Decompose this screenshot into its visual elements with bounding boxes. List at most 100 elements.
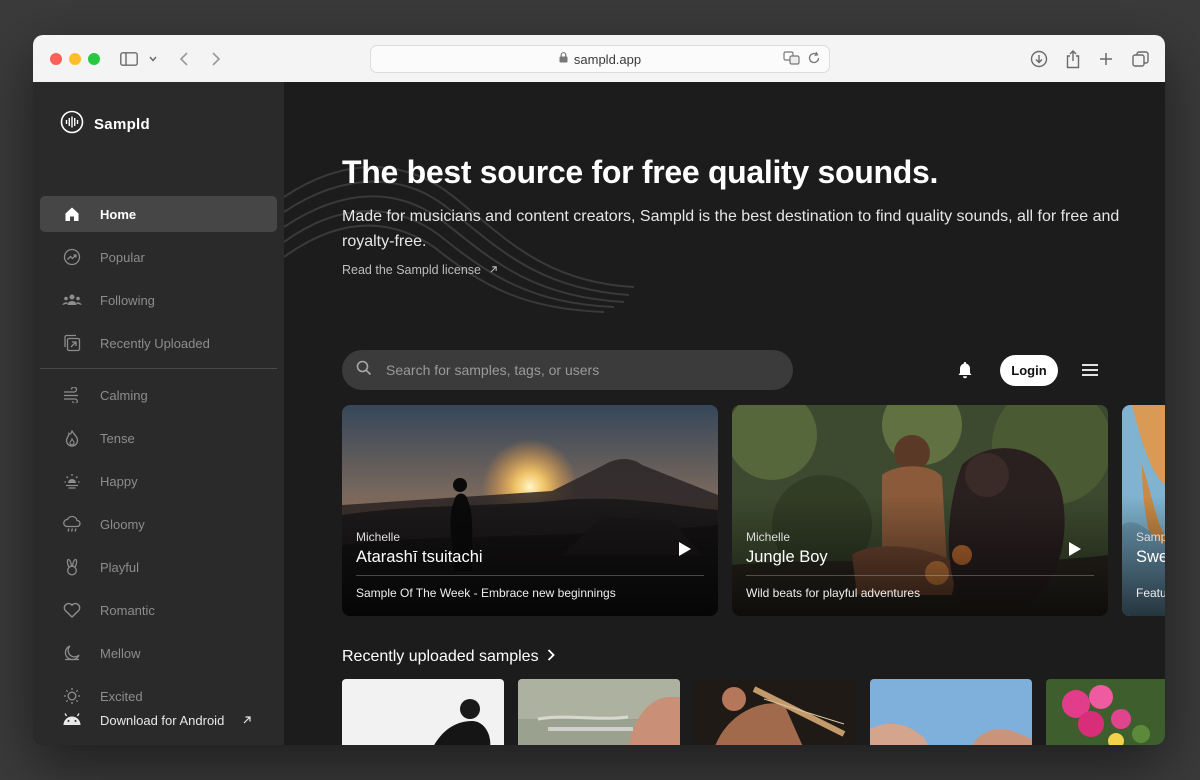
people-icon	[62, 290, 82, 310]
card-title: Swe	[1136, 548, 1165, 566]
external-link-icon	[242, 713, 252, 728]
sidebar-item-excited[interactable]: Excited	[40, 678, 277, 714]
login-button[interactable]: Login	[1000, 355, 1058, 386]
card-author: Michelle	[746, 530, 791, 544]
sidebar-item-romantic[interactable]: Romantic	[40, 592, 277, 628]
sidebar-item-label: Romantic	[100, 602, 155, 618]
address-bar[interactable]: sampld.app	[370, 45, 830, 73]
translate-icon[interactable]	[783, 50, 801, 71]
notification-bell-icon[interactable]	[957, 361, 973, 384]
sun-icon	[62, 686, 82, 706]
sidebar-item-following[interactable]: Following	[40, 282, 277, 318]
card-title: Atarashī tsuitachi	[356, 548, 483, 566]
featured-card[interactable]: Samp Swe Featu	[1122, 405, 1165, 616]
chevron-right-icon	[547, 648, 555, 666]
android-label: Download for Android	[100, 713, 225, 728]
main-content: The best source for free quality sounds.…	[284, 82, 1165, 745]
hamburger-menu-icon[interactable]	[1081, 363, 1099, 382]
sidebar-item-label: Excited	[100, 688, 143, 704]
card-description: Featu	[1136, 586, 1165, 600]
card-title: Jungle Boy	[746, 548, 828, 566]
license-link[interactable]: Read the Sampld license	[342, 263, 498, 277]
sun-bright-icon	[62, 471, 82, 491]
sidebar-item-label: Happy	[100, 473, 138, 489]
sidebar-item-label: Gloomy	[100, 516, 145, 532]
forward-icon[interactable]	[205, 48, 227, 70]
sidebar-divider	[40, 368, 277, 369]
cloud-rain-icon	[62, 514, 82, 534]
featured-card[interactable]: Michelle Atarashī tsuitachi Sample Of Th…	[342, 405, 718, 616]
search-input[interactable]	[384, 361, 768, 379]
sidebar-item-happy[interactable]: Happy	[40, 463, 277, 499]
sidebar-item-tense[interactable]: Tense	[40, 420, 277, 456]
recent-section-header[interactable]: Recently uploaded samples	[342, 648, 555, 666]
external-link-icon	[489, 263, 498, 277]
card-description: Sample Of The Week - Embrace new beginni…	[356, 586, 616, 600]
sidebar-item-calming[interactable]: Calming	[40, 377, 277, 413]
section-title: Recently uploaded samples	[342, 648, 539, 665]
primary-nav: Home Popular Following Recently Uploaded	[40, 196, 277, 368]
sidebar-toggle-icon[interactable]	[118, 48, 140, 70]
sidebar-item-label: Popular	[100, 249, 145, 265]
license-link-label: Read the Sampld license	[342, 263, 481, 277]
sidebar-item-label: Mellow	[100, 645, 141, 661]
download-android-link[interactable]: Download for Android	[62, 712, 252, 729]
featured-card[interactable]: Michelle Jungle Boy Wild beats for playf…	[732, 405, 1108, 616]
browser-window: sampld.app Sampld Home Popular Following…	[33, 35, 1165, 745]
back-icon[interactable]	[173, 48, 195, 70]
card-author: Samp	[1136, 530, 1165, 544]
reload-icon[interactable]	[807, 50, 821, 71]
trending-icon	[62, 247, 82, 267]
share-icon[interactable]	[1062, 48, 1084, 70]
recent-sample-thumbnail[interactable]	[870, 679, 1032, 745]
mood-nav: Calming Tense Happy Gloomy Playful Roman…	[40, 377, 277, 721]
hero-subtitle: Made for musicians and content creators,…	[342, 208, 1120, 250]
tab-overview-icon[interactable]	[1129, 48, 1151, 70]
upload-icon	[62, 333, 82, 353]
recent-sample-thumbnail[interactable]	[1046, 679, 1165, 745]
browser-toolbar: sampld.app	[33, 35, 1165, 83]
brand[interactable]: Sampld	[60, 110, 150, 139]
sidebar-item-popular[interactable]: Popular	[40, 239, 277, 275]
card-description: Wild beats for playful adventures	[746, 586, 921, 600]
address-text: sampld.app	[573, 51, 642, 67]
recent-sample-thumbnail[interactable]	[694, 679, 856, 745]
card-author: Michelle	[356, 530, 401, 544]
brand-name: Sampld	[94, 116, 150, 133]
search-bar	[342, 350, 793, 390]
search-icon	[356, 360, 372, 381]
flame-icon	[62, 428, 82, 448]
chevron-down-icon[interactable]	[143, 48, 163, 70]
sampld-logo-icon	[60, 110, 84, 139]
bunny-icon	[62, 557, 82, 577]
android-icon	[62, 712, 82, 729]
play-icon[interactable]	[1068, 541, 1082, 562]
sidebar: Sampld Home Popular Following Recently U…	[33, 82, 284, 745]
wind-icon	[62, 385, 82, 405]
sidebar-item-home[interactable]: Home	[40, 196, 277, 232]
sidebar-item-label: Playful	[100, 559, 140, 575]
sidebar-item-label: Calming	[100, 387, 148, 403]
sidebar-item-recently-uploaded[interactable]: Recently Uploaded	[40, 325, 277, 361]
heart-icon	[62, 600, 82, 620]
new-tab-icon[interactable]	[1095, 48, 1117, 70]
sidebar-item-label: Following	[100, 292, 155, 308]
recent-sample-thumbnail[interactable]	[342, 679, 504, 745]
download-icon[interactable]	[1028, 48, 1050, 70]
close-window-button[interactable]	[50, 53, 62, 65]
sidebar-item-label: Home	[100, 206, 137, 222]
recent-sample-thumbnail[interactable]	[518, 679, 680, 745]
lock-icon	[559, 50, 568, 68]
minimize-window-button[interactable]	[69, 53, 81, 65]
card-divider	[746, 575, 1094, 576]
hero-title: The best source for free quality sounds.	[342, 154, 939, 190]
sidebar-item-gloomy[interactable]: Gloomy	[40, 506, 277, 542]
sidebar-item-label: Recently Uploaded	[100, 335, 210, 351]
moon-icon	[62, 643, 82, 663]
play-icon[interactable]	[678, 541, 692, 562]
sidebar-item-mellow[interactable]: Mellow	[40, 635, 277, 671]
zoom-window-button[interactable]	[88, 53, 100, 65]
sidebar-item-label: Tense	[100, 430, 135, 446]
home-icon	[62, 204, 82, 224]
sidebar-item-playful[interactable]: Playful	[40, 549, 277, 585]
